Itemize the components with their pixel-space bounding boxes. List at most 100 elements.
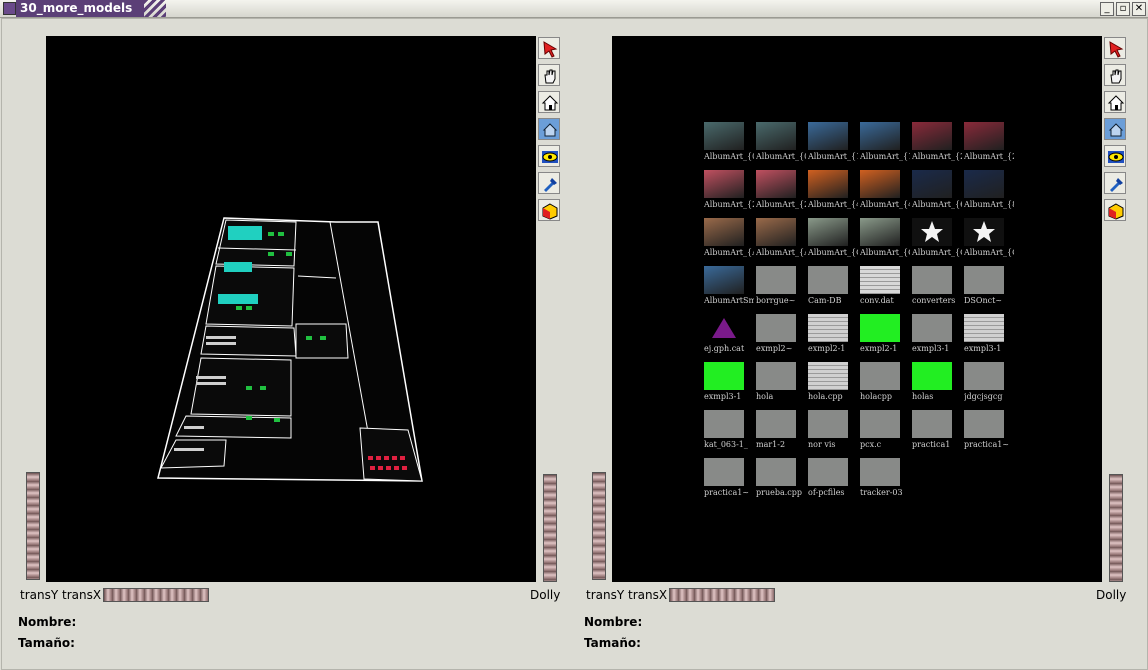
select-arrow-tool-button[interactable] (1104, 37, 1126, 59)
file-item[interactable]: AlbumArt_{05 (756, 122, 808, 170)
image-thumbnail (756, 218, 796, 246)
file-name: hola.cpp (808, 392, 843, 401)
file-thumbnail (756, 458, 796, 486)
file-item[interactable]: exmpl2~ (756, 314, 808, 362)
file-item[interactable]: DSOnct~ (964, 266, 1016, 314)
trans-label: transY transX (20, 588, 102, 602)
file-name: prueba.cpp (756, 488, 802, 497)
file-item[interactable]: exmpl3-1 (912, 314, 964, 362)
file-item[interactable]: AlbumArt_{1F (808, 122, 860, 170)
file-item[interactable]: AlbumArt_{A (704, 218, 756, 266)
file-name: nor vis (808, 440, 836, 449)
image-thumbnail (704, 122, 744, 150)
file-item[interactable]: hola (756, 362, 808, 410)
viewer-canvas[interactable]: AlbumArt_{05AlbumArt_{05AlbumArt_{1FAlbu… (612, 36, 1102, 582)
transX-wheel[interactable] (669, 588, 775, 602)
file-item[interactable]: AlbumArt_{27 (912, 122, 964, 170)
file-name: AlbumArt_{C2 (860, 248, 910, 257)
file-item[interactable]: exmpl2-1 (808, 314, 860, 362)
file-item[interactable]: mar1-2 (756, 410, 808, 458)
dolly-wheel[interactable] (1109, 474, 1123, 582)
file-thumbnail (860, 314, 900, 342)
file-thumbnail (964, 410, 1004, 438)
file-thumbnail (704, 410, 744, 438)
home-tool-button[interactable] (1104, 91, 1126, 113)
select-arrow-tool-button[interactable] (538, 37, 560, 59)
set-home-tool-button[interactable] (1104, 118, 1126, 140)
image-thumbnail (860, 122, 900, 150)
dolly-wheel[interactable] (543, 474, 557, 582)
view-all-eye-tool-button[interactable] (1104, 145, 1126, 167)
transY-wheel[interactable] (26, 472, 40, 580)
document-thumbnail (964, 314, 1004, 342)
file-item[interactable]: kat_063-1_ (704, 410, 756, 458)
file-item[interactable]: tracker-03 (860, 458, 912, 506)
file-item[interactable]: Cam-DB (808, 266, 860, 314)
file-item[interactable]: AlbumArt_{05 (704, 122, 756, 170)
image-thumbnail (808, 170, 848, 198)
seek-flashlight-tool-button[interactable] (1104, 172, 1126, 194)
file-item[interactable]: practica1~ (964, 410, 1016, 458)
file-item[interactable]: AlbumArt_{8 (964, 170, 1016, 218)
pan-hand-tool-button[interactable] (1104, 64, 1126, 86)
file-item[interactable]: of-pcfiles (808, 458, 860, 506)
tamano-label: Tamaño: (18, 636, 75, 650)
file-item[interactable]: jdgcjsgcg (964, 362, 1016, 410)
file-item[interactable]: pcx.c (860, 410, 912, 458)
transY-wheel[interactable] (592, 472, 606, 580)
file-thumbnail (756, 362, 796, 390)
file-item[interactable]: hola.cpp (808, 362, 860, 410)
file-thumbnail (704, 458, 744, 486)
file-item[interactable]: AlbumArt_{27 (964, 122, 1016, 170)
file-item[interactable]: AlbumArt_{4F (860, 170, 912, 218)
image-thumbnail (860, 170, 900, 198)
file-item[interactable]: AlbumArt_{2A (756, 170, 808, 218)
file-item[interactable]: AlbumArt_{A (756, 218, 808, 266)
file-item[interactable]: prueba.cpp (756, 458, 808, 506)
pan-hand-tool-button[interactable] (538, 64, 560, 86)
file-name: AlbumArt_{C2 (808, 248, 858, 257)
set-home-tool-button[interactable] (538, 118, 560, 140)
file-name: AlbumArt_{05 (756, 152, 806, 161)
file-thumbnail (912, 410, 952, 438)
home-tool-button[interactable] (538, 91, 560, 113)
viewer-canvas[interactable] (46, 36, 536, 582)
file-item[interactable]: holas (912, 362, 964, 410)
file-item[interactable]: holacpp (860, 362, 912, 410)
file-item[interactable]: exmpl3-1 (964, 314, 1016, 362)
file-item[interactable]: AlbumArt_{1F (860, 122, 912, 170)
file-name: DSOnct~ (964, 296, 1003, 305)
file-item[interactable]: AlbumArt_{C2 (808, 218, 860, 266)
scene-render[interactable] (46, 36, 536, 582)
file-item[interactable]: borrgue~ (756, 266, 808, 314)
file-item[interactable]: conv.dat (860, 266, 912, 314)
file-item[interactable]: exmpl3-1 (704, 362, 756, 410)
file-item[interactable]: AlbumArt_{2A (704, 170, 756, 218)
dolly-label: Dolly (530, 588, 561, 602)
file-item[interactable]: AlbumArtSmall (704, 266, 756, 314)
dolly-label: Dolly (1096, 588, 1127, 602)
trans-label: transY transX (586, 588, 668, 602)
nombre-label: Nombre: (18, 615, 77, 629)
file-item[interactable]: AlbumArt_{C (964, 218, 1016, 266)
file-item[interactable]: AlbumArt_{C (912, 218, 964, 266)
file-item[interactable]: AlbumArt_{C2 (860, 218, 912, 266)
file-item[interactable]: exmpl2-1 (860, 314, 912, 362)
star-thumbnail (964, 218, 1004, 246)
transX-wheel[interactable] (103, 588, 209, 602)
file-item[interactable]: practica1~ (704, 458, 756, 506)
file-item[interactable]: ej.gph.cat (704, 314, 756, 362)
file-item[interactable]: converters (912, 266, 964, 314)
view-all-eye-tool-button[interactable] (538, 145, 560, 167)
file-item[interactable]: AlbumArt_{6 (912, 170, 964, 218)
projection-cube-tool-button[interactable] (538, 199, 560, 221)
projection-cube-tool-button[interactable] (1104, 199, 1126, 221)
file-name: holas (912, 392, 934, 401)
image-thumbnail (756, 170, 796, 198)
file-item[interactable]: AlbumArt_{4F (808, 170, 860, 218)
seek-flashlight-tool-button[interactable] (538, 172, 560, 194)
file-item[interactable]: nor vis (808, 410, 860, 458)
file-thumbnail (912, 362, 952, 390)
image-thumbnail (808, 122, 848, 150)
file-item[interactable]: practica1 (912, 410, 964, 458)
